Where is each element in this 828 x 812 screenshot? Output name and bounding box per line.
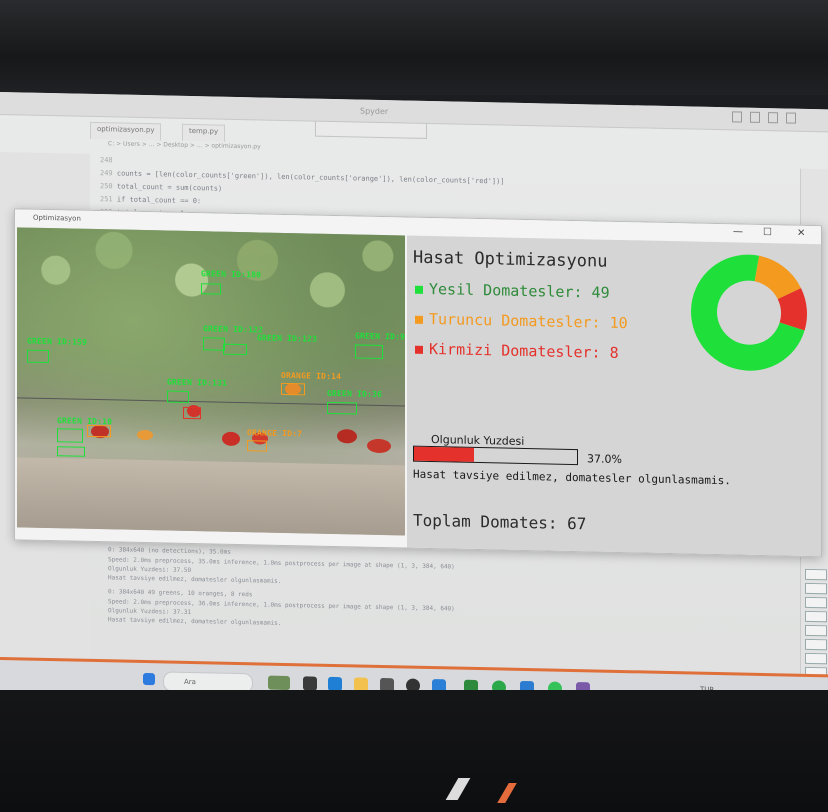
ripeness-percent: 37.0%	[587, 452, 622, 467]
detection-box	[223, 343, 247, 356]
ripeness-progress-fill	[414, 446, 475, 462]
ide-restore-icon[interactable]	[768, 112, 778, 124]
file-entry[interactable]	[805, 568, 827, 581]
code-text: total_count = sum(counts)	[116, 182, 223, 193]
detection-label: ORANGE ID:14	[281, 370, 342, 382]
ide-close-icon[interactable]	[786, 112, 796, 124]
ripeness-donut-chart	[691, 254, 807, 371]
widget-icon[interactable]	[268, 675, 290, 691]
tomato	[337, 429, 357, 444]
file-entry[interactable]	[805, 596, 827, 609]
legend-swatch	[415, 345, 423, 354]
ide-title: Spyder	[360, 106, 389, 117]
close-icon[interactable]: ✕	[797, 228, 805, 239]
detection-box	[201, 283, 221, 295]
line-number: 249	[100, 169, 117, 178]
detection-box	[167, 390, 189, 403]
detection-label: GREEN ID:96	[355, 331, 405, 342]
detection-label: GREEN ID:123	[257, 333, 318, 344]
legend-swatch	[415, 285, 423, 294]
optimization-window: Optimizasyon — ☐ ✕ GREEN ID:180 GREEN ID…	[14, 208, 822, 558]
harvest-panel: Hasat Optimizasyonu Yesil Domatesler: 49…	[407, 235, 821, 557]
window-title: Optimizasyon	[33, 213, 81, 223]
detection-label: GREEN ID:159	[27, 336, 88, 347]
foliage	[17, 227, 405, 376]
line-number: 250	[100, 182, 117, 191]
detection-label: GREEN ID:36	[327, 388, 383, 400]
detection-box	[327, 401, 357, 415]
start-icon[interactable]	[143, 672, 155, 686]
tomato	[137, 429, 153, 441]
ripeness-progress-bar	[413, 445, 578, 466]
legend-green: Yesil Domatesler: 49	[415, 280, 610, 302]
camera-feed: GREEN ID:180 GREEN ID:122 GREEN ID:123 G…	[17, 227, 405, 536]
legend-swatch	[415, 315, 423, 324]
file-entry[interactable]	[805, 638, 827, 651]
console-line: 0: 384x640 (no detections), 35.0ms	[108, 546, 231, 556]
detection-box	[27, 349, 49, 364]
minimize-icon[interactable]: —	[733, 226, 743, 237]
ground	[17, 457, 405, 536]
monitor-bezel-bottom	[0, 690, 828, 812]
harvest-advice: Hasat tavsiye edilmez, domatesler olgunl…	[413, 467, 731, 488]
legend-orange: Turuncu Domatesler: 10	[415, 310, 628, 332]
detection-label: GREEN ID:180	[201, 269, 262, 280]
detection-box	[57, 446, 85, 457]
ide-minimize-icon[interactable]	[732, 111, 742, 123]
ide-tab-0[interactable]: optimizasyon.py	[90, 121, 162, 141]
legend-label: Yesil Domatesler: 49	[429, 279, 610, 302]
console-line: Hasat tavsiye edilmez, domatesler olgunl…	[108, 574, 282, 585]
code-text: if total_count == 0:	[116, 195, 202, 206]
ide-toolbar[interactable]	[315, 120, 427, 139]
task-view-icon[interactable]	[303, 676, 317, 691]
ide-breadcrumb: C: > Users > ... > Desktop > ... > optim…	[108, 140, 261, 151]
detection-box	[203, 337, 225, 351]
screen: Spyder optimizasyon.py temp.py C: > User…	[0, 92, 828, 715]
detection-label: GREEN ID:122	[203, 324, 264, 335]
detection-label: ORANGE ID:7	[247, 428, 303, 439]
code-line[interactable]: 248	[100, 156, 113, 164]
line-number: 251	[100, 195, 117, 204]
ide-maximize-icon[interactable]	[750, 111, 760, 123]
total-tomatoes: Toplam Domates: 67	[413, 510, 587, 534]
detection-label: GREEN ID:131	[167, 377, 228, 388]
console-line: 0: 384x640 49 greens, 10 oranges, 8 reds	[108, 588, 253, 599]
console-line: Olgunluk Yuzdesi: 37.31	[108, 607, 192, 617]
line-number: 248	[100, 156, 113, 165]
file-entry[interactable]	[805, 624, 827, 637]
console-line: Olgunluk Yuzdesi: 37.50	[108, 565, 192, 575]
taskbar-search-label: Ara	[184, 677, 196, 687]
maximize-icon[interactable]: ☐	[763, 227, 772, 238]
file-entry[interactable]	[805, 610, 827, 623]
detection-box	[355, 344, 383, 360]
tomato	[222, 431, 240, 447]
ide-tab-1[interactable]: temp.py	[182, 123, 226, 142]
legend-label: Turuncu Domatesler: 10	[429, 309, 628, 333]
file-entry[interactable]	[805, 652, 827, 665]
tomato	[367, 438, 391, 454]
detection-box	[183, 406, 201, 420]
legend-label: Kirmizi Domatesler: 8	[429, 339, 619, 362]
detection-box	[87, 424, 111, 438]
legend-red: Kirmizi Domatesler: 8	[415, 340, 619, 362]
panel-title: Hasat Optimizasyonu	[413, 247, 608, 272]
file-entry[interactable]	[805, 582, 827, 595]
detection-box	[247, 440, 267, 452]
code-line[interactable]: 250 total_count = sum(counts)	[100, 182, 222, 193]
detection-box	[281, 382, 305, 396]
console-line: Hasat tavsiye edilmez, domatesler olgunl…	[108, 616, 282, 627]
code-line[interactable]: 251 if total_count == 0:	[100, 195, 201, 205]
detection-box	[57, 428, 83, 443]
detection-label: GREEN ID:10	[57, 416, 113, 427]
monitor-bezel-top	[0, 0, 828, 95]
